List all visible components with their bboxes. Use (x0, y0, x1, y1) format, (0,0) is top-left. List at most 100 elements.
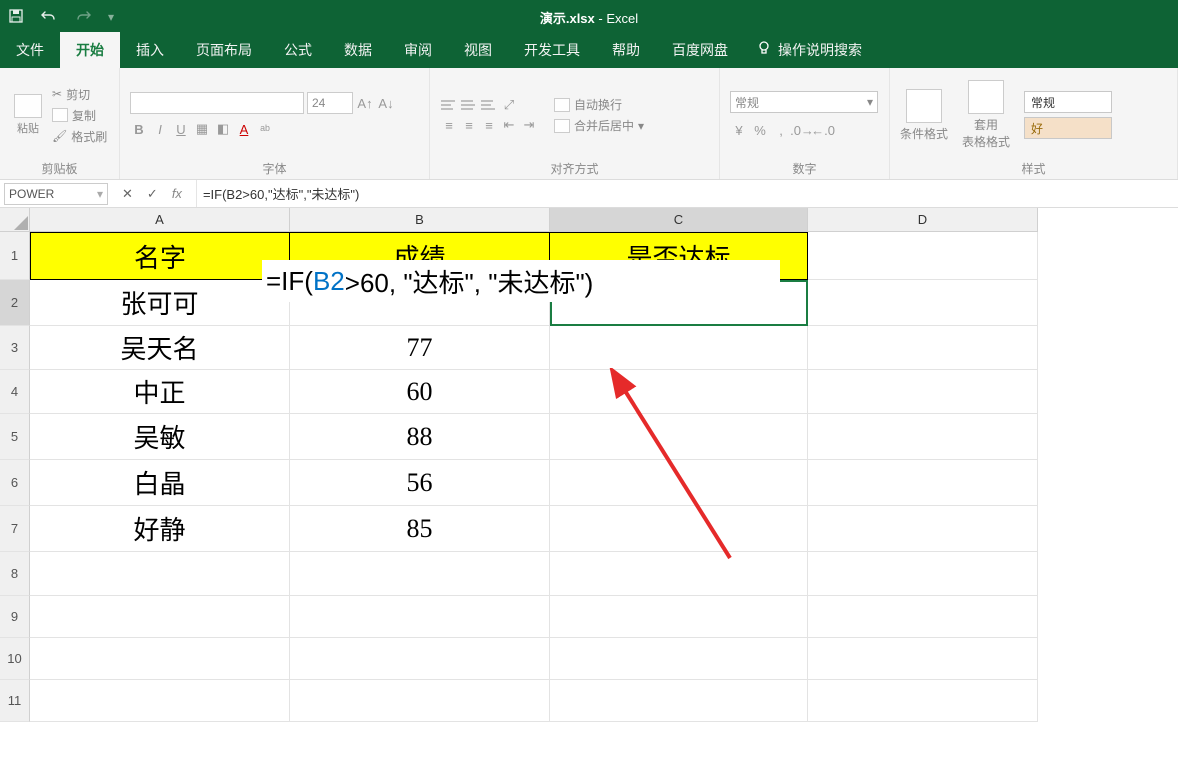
tab-pagelayout[interactable]: 页面布局 (180, 32, 268, 68)
cell-D3[interactable] (808, 326, 1038, 370)
decrease-font-icon[interactable]: A↓ (377, 94, 395, 112)
formula-input[interactable]: =IF(B2>60,"达标","未达标") (196, 180, 1178, 207)
bold-button[interactable]: B (130, 120, 148, 138)
redo-icon[interactable] (74, 9, 92, 26)
cell-D5[interactable] (808, 414, 1038, 460)
cell-c2-editing[interactable]: =IF(B2>60, "达标", "未达标") (262, 260, 780, 302)
cell-D11[interactable] (808, 680, 1038, 722)
cell-D2[interactable] (808, 280, 1038, 326)
cell-B6[interactable]: 56 (290, 460, 550, 506)
cell-A2[interactable]: 张可可 (30, 280, 290, 326)
row-header-1[interactable]: 1 (0, 232, 30, 280)
indent-dec-icon[interactable]: ⇤ (500, 116, 518, 134)
fill-color-button[interactable]: ◧ (214, 120, 232, 138)
cell-B3[interactable]: 77 (290, 326, 550, 370)
orientation-icon[interactable]: ⤢ (500, 96, 518, 114)
align-left-icon[interactable]: ≡ (440, 116, 458, 134)
select-all-corner[interactable] (0, 208, 30, 232)
row-header-3[interactable]: 3 (0, 326, 30, 370)
cell-C10[interactable] (550, 638, 808, 680)
cell-A7[interactable]: 好静 (30, 506, 290, 552)
tab-data[interactable]: 数据 (328, 32, 388, 68)
cell-A5[interactable]: 吴敏 (30, 414, 290, 460)
cell-A11[interactable] (30, 680, 290, 722)
tab-insert[interactable]: 插入 (120, 32, 180, 68)
align-center-icon[interactable]: ≡ (460, 116, 478, 134)
cell-B9[interactable] (290, 596, 550, 638)
cell-A10[interactable] (30, 638, 290, 680)
save-icon[interactable] (8, 8, 24, 27)
row-header-9[interactable]: 9 (0, 596, 30, 638)
decrease-decimal-icon[interactable]: ←.0 (814, 121, 832, 139)
tab-netdisk[interactable]: 百度网盘 (656, 32, 744, 68)
cell-style-normal[interactable]: 常规 (1024, 91, 1112, 113)
cell-C8[interactable] (550, 552, 808, 596)
cell-A4[interactable]: 中正 (30, 370, 290, 414)
tell-me-search[interactable]: 操作说明搜索 (756, 40, 862, 68)
format-painter-button[interactable]: 🖌格式刷 (52, 128, 107, 145)
font-color-button[interactable]: A (235, 120, 253, 138)
cancel-icon[interactable]: ✕ (122, 186, 133, 202)
increase-font-icon[interactable]: A↑ (356, 94, 374, 112)
indent-inc-icon[interactable]: ⇥ (520, 116, 538, 134)
font-size-combo[interactable]: 24 (307, 92, 353, 114)
col-header-A[interactable]: A (30, 208, 290, 232)
cell-A8[interactable] (30, 552, 290, 596)
paste-button[interactable]: 粘贴 (10, 89, 46, 141)
tab-help[interactable]: 帮助 (596, 32, 656, 68)
cell-A1[interactable]: 名字 (30, 232, 290, 280)
currency-icon[interactable]: ¥ (730, 121, 748, 139)
cell-D8[interactable] (808, 552, 1038, 596)
row-header-8[interactable]: 8 (0, 552, 30, 596)
tab-review[interactable]: 审阅 (388, 32, 448, 68)
align-bottom-icon[interactable] (480, 96, 498, 114)
undo-icon[interactable] (40, 9, 58, 26)
font-family-combo[interactable] (130, 92, 304, 114)
qat-more-icon[interactable]: ▾ (108, 10, 114, 24)
cell-B4[interactable]: 60 (290, 370, 550, 414)
row-header-4[interactable]: 4 (0, 370, 30, 414)
align-middle-icon[interactable] (460, 96, 478, 114)
copy-button[interactable]: 复制 (52, 107, 107, 124)
cell-D1[interactable] (808, 232, 1038, 280)
cell-D7[interactable] (808, 506, 1038, 552)
name-box[interactable]: POWER ▾ (4, 183, 108, 205)
cells-grid[interactable]: 名字成绩是否达标张可可吴天名77中正60吴敏88白晶56好静85 (30, 232, 1038, 722)
cell-C4[interactable] (550, 370, 808, 414)
merge-center-button[interactable]: 合并后居中 ▾ (554, 117, 644, 134)
enter-icon[interactable]: ✓ (147, 186, 158, 202)
cell-A3[interactable]: 吴天名 (30, 326, 290, 370)
increase-decimal-icon[interactable]: .0→ (793, 121, 811, 139)
cell-C3[interactable] (550, 326, 808, 370)
cell-B7[interactable]: 85 (290, 506, 550, 552)
number-format-combo[interactable]: 常规▾ (730, 91, 878, 113)
cell-C11[interactable] (550, 680, 808, 722)
percent-icon[interactable]: % (751, 121, 769, 139)
tab-formulas[interactable]: 公式 (268, 32, 328, 68)
cell-B10[interactable] (290, 638, 550, 680)
row-header-5[interactable]: 5 (0, 414, 30, 460)
cell-C9[interactable] (550, 596, 808, 638)
cell-style-good[interactable]: 好 (1024, 117, 1112, 139)
cell-A6[interactable]: 白晶 (30, 460, 290, 506)
tab-view[interactable]: 视图 (448, 32, 508, 68)
cell-B11[interactable] (290, 680, 550, 722)
tab-file[interactable]: 文件 (0, 32, 60, 68)
cell-B8[interactable] (290, 552, 550, 596)
row-header-7[interactable]: 7 (0, 506, 30, 552)
cell-C6[interactable] (550, 460, 808, 506)
cell-D4[interactable] (808, 370, 1038, 414)
cell-D10[interactable] (808, 638, 1038, 680)
align-right-icon[interactable]: ≡ (480, 116, 498, 134)
phonetic-button[interactable]: ᵃᵇ (256, 120, 274, 138)
align-top-icon[interactable] (440, 96, 458, 114)
col-header-C[interactable]: C (550, 208, 808, 232)
table-format-button[interactable]: 套用 表格格式 (962, 80, 1010, 150)
comma-icon[interactable]: , (772, 121, 790, 139)
cell-D6[interactable] (808, 460, 1038, 506)
border-button[interactable]: ▦ (193, 120, 211, 138)
row-header-2[interactable]: 2 (0, 280, 30, 326)
row-header-11[interactable]: 11 (0, 680, 30, 722)
row-header-6[interactable]: 6 (0, 460, 30, 506)
cell-B5[interactable]: 88 (290, 414, 550, 460)
